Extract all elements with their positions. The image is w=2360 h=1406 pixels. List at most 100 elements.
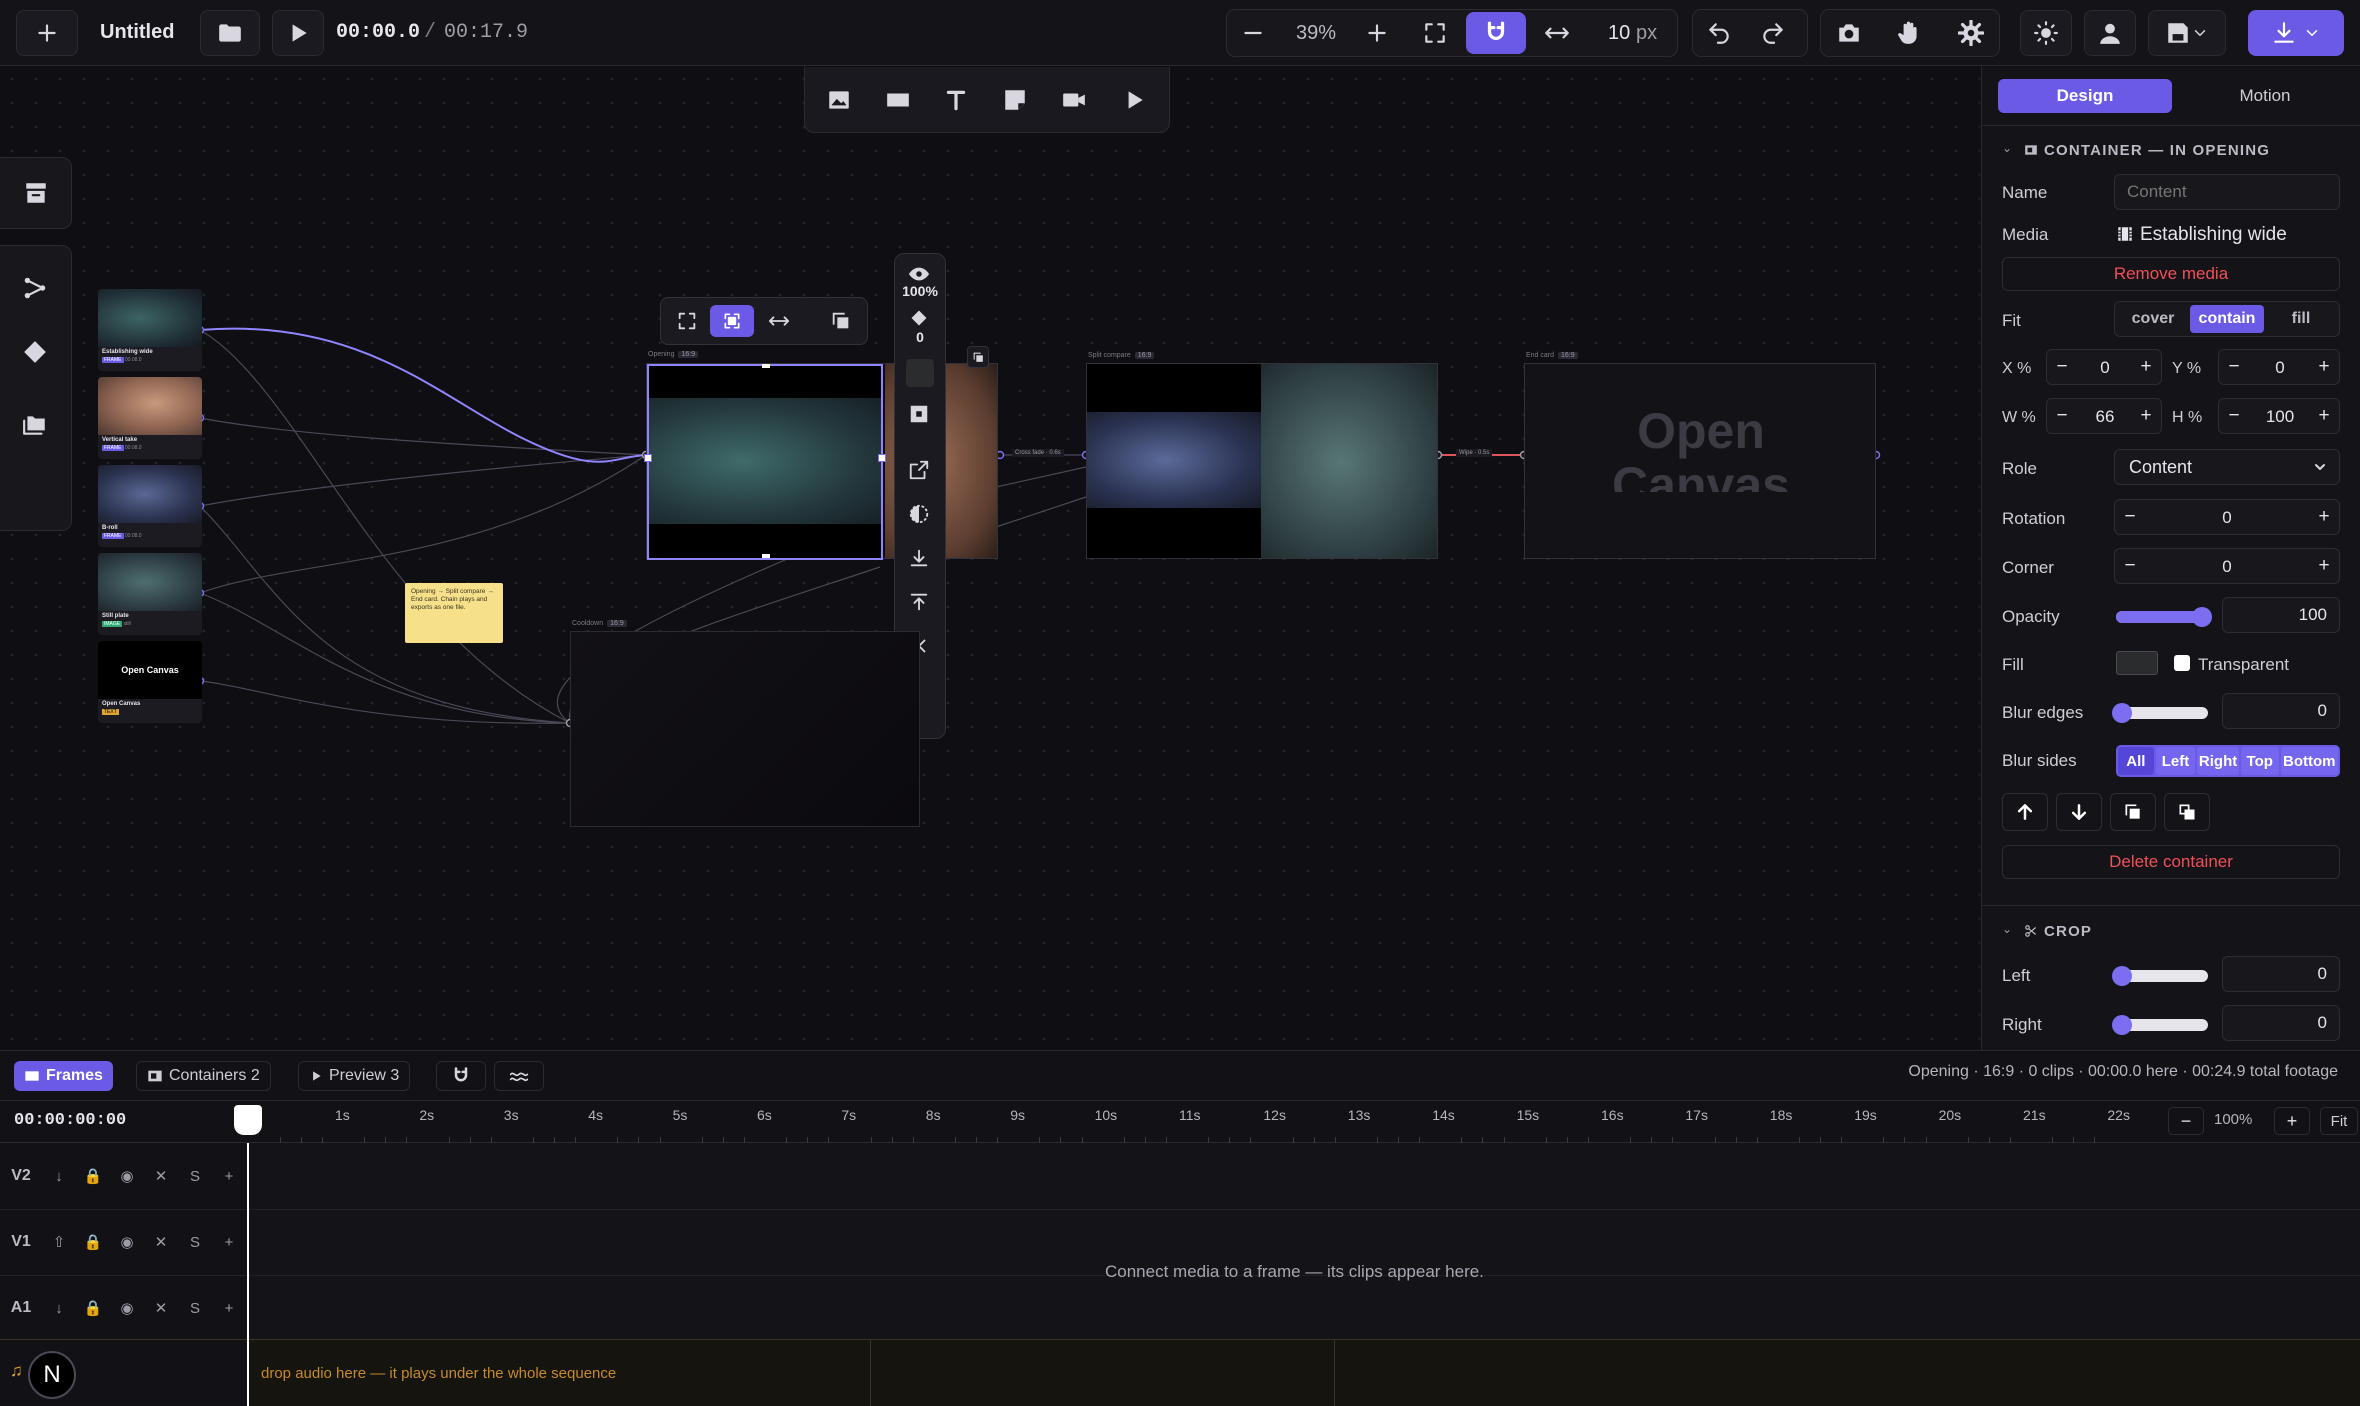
resize-handle[interactable] xyxy=(644,454,652,462)
snap-value[interactable]: 10 xyxy=(1608,22,1630,45)
x-increment-button[interactable]: + xyxy=(2132,349,2160,385)
cooldown-frame[interactable] xyxy=(570,631,920,827)
add-track-button[interactable]: + xyxy=(212,1300,246,1317)
keyframe-button[interactable] xyxy=(910,309,928,327)
fit-contain-button[interactable] xyxy=(710,305,754,337)
open-external-button[interactable] xyxy=(908,459,930,481)
timeline-zoom-out-button[interactable]: − xyxy=(2168,1107,2204,1135)
timeline-fit-button[interactable]: Fit xyxy=(2320,1107,2358,1135)
tab-frames[interactable]: Frames xyxy=(14,1061,113,1091)
crop-left-slider[interactable] xyxy=(2112,966,2208,986)
opacity-slider-thumb[interactable] xyxy=(2192,607,2212,627)
export-button[interactable] xyxy=(2248,10,2344,56)
opacity-slider[interactable] xyxy=(2116,607,2212,627)
w-decrement-button[interactable]: − xyxy=(2048,398,2076,434)
avatar[interactable]: N xyxy=(28,1351,76,1399)
arrow-down-icon[interactable]: ↓ xyxy=(42,1300,76,1317)
move-down-button[interactable] xyxy=(2056,793,2102,831)
h-decrement-button[interactable]: − xyxy=(2220,398,2248,434)
snapshot-button[interactable] xyxy=(1836,20,1862,46)
name-input[interactable] xyxy=(2114,174,2340,210)
crop-right-slider[interactable] xyxy=(2112,1015,2208,1035)
undo-button[interactable] xyxy=(1706,20,1732,46)
solo-button[interactable]: S xyxy=(178,1300,212,1317)
w-value[interactable]: 66 xyxy=(2076,407,2134,427)
frame-card-still-plate[interactable]: Still plate IMAGE still xyxy=(98,553,202,635)
eye-icon[interactable]: ◉ xyxy=(110,1233,144,1251)
lock-icon[interactable]: 🔒 xyxy=(76,1167,110,1185)
corner-decrement-button[interactable]: − xyxy=(2116,548,2144,584)
transition-label[interactable]: Wipe · 0.5s xyxy=(1456,449,1493,457)
arrow-up-icon[interactable]: ⇧ xyxy=(42,1233,76,1251)
opacity-input[interactable]: 100 xyxy=(2222,597,2340,633)
crop-left-slider-thumb[interactable] xyxy=(2112,966,2132,986)
tab-design[interactable]: Design xyxy=(1998,79,2172,113)
duplicate-frame-button[interactable] xyxy=(967,346,989,368)
frame-card-establishing-wide[interactable]: Establishing wide FRAME 00:08.0 xyxy=(98,289,202,371)
transition-label[interactable]: Cross fade · 0.6s xyxy=(1012,449,1064,457)
rotation-value[interactable]: 0 xyxy=(2146,508,2308,528)
zoom-out-button[interactable] xyxy=(1240,20,1266,46)
fill-swatch-button[interactable] xyxy=(906,359,934,387)
fit-cover-button[interactable] xyxy=(676,310,698,332)
blur-edges-slider-thumb[interactable] xyxy=(2112,703,2132,723)
solo-button[interactable]: S xyxy=(178,1168,212,1185)
frame-card-b-roll[interactable]: B-roll FRAME 00:08.0 xyxy=(98,465,202,547)
fit-screen-button[interactable] xyxy=(1422,20,1448,46)
play-button[interactable] xyxy=(272,10,324,56)
blur-side-top[interactable]: Top xyxy=(2240,747,2279,775)
sticky-note[interactable]: Opening → Split compare → End card. Chai… xyxy=(405,583,503,643)
redo-button[interactable] xyxy=(1760,20,1786,46)
tab-containers[interactable]: Containers 2 xyxy=(136,1061,271,1091)
zoom-in-button[interactable] xyxy=(1364,20,1390,46)
waveform-button[interactable] xyxy=(494,1061,544,1091)
resize-handle[interactable] xyxy=(762,364,770,368)
add-track-button[interactable]: + xyxy=(212,1168,246,1185)
bring-forward-button[interactable] xyxy=(908,591,930,613)
playhead-handle[interactable] xyxy=(234,1105,262,1135)
w-increment-button[interactable]: + xyxy=(2132,398,2160,434)
resize-handle[interactable] xyxy=(762,554,770,558)
pan-tool-button[interactable] xyxy=(1896,20,1922,46)
selected-container[interactable] xyxy=(644,364,886,560)
eye-icon[interactable]: ◉ xyxy=(110,1167,144,1185)
canvas[interactable]: Establishing wide FRAME 00:08.0 Vertical… xyxy=(0,67,1980,1050)
blur-side-right[interactable]: Right xyxy=(2197,747,2239,775)
crop-left-input[interactable]: 0 xyxy=(2222,956,2340,992)
h-value[interactable]: 100 xyxy=(2248,407,2312,427)
blur-side-all[interactable]: All xyxy=(2118,747,2154,775)
fit-width-button[interactable] xyxy=(768,310,790,332)
solo-button[interactable]: S xyxy=(178,1234,212,1251)
open-button[interactable] xyxy=(200,10,260,56)
save-button[interactable] xyxy=(2148,10,2226,56)
corner-value[interactable]: 0 xyxy=(2146,557,2308,577)
delete-container-button[interactable]: Delete container xyxy=(2002,845,2340,879)
frame-card-vertical-take[interactable]: Vertical take FRAME 00:08.0 xyxy=(98,377,202,459)
role-select[interactable]: Content xyxy=(2114,449,2340,485)
tab-preview[interactable]: Preview 3 xyxy=(298,1061,411,1091)
visibility-button[interactable] xyxy=(908,263,930,285)
close-icon[interactable]: ✕ xyxy=(144,1167,178,1185)
add-track-button[interactable]: + xyxy=(212,1234,246,1251)
rotation-increment-button[interactable]: + xyxy=(2310,499,2338,535)
frame-card-open-canvas[interactable]: Open Canvas Open Canvas TEXT xyxy=(98,641,202,723)
blur-edges-input[interactable]: 0 xyxy=(2222,693,2340,729)
transparent-checkbox[interactable] xyxy=(2174,655,2190,671)
collapse-chevron-icon[interactable]: ⌄ xyxy=(2002,922,2012,936)
account-button[interactable] xyxy=(2084,10,2136,56)
move-up-button[interactable] xyxy=(2002,793,2048,831)
media-value[interactable]: Establishing wide xyxy=(2140,224,2287,246)
resize-button[interactable] xyxy=(908,403,930,425)
y-value[interactable]: 0 xyxy=(2248,358,2312,378)
copy-container-button[interactable] xyxy=(2110,793,2156,831)
lock-icon[interactable]: 🔒 xyxy=(76,1233,110,1251)
corner-increment-button[interactable]: + xyxy=(2310,548,2338,584)
fit-option-fill[interactable]: fill xyxy=(2266,305,2336,333)
close-icon[interactable]: ✕ xyxy=(144,1299,178,1317)
crop-right-input[interactable]: 0 xyxy=(2222,1005,2340,1041)
blend-button[interactable] xyxy=(908,503,930,525)
theme-button[interactable] xyxy=(2020,10,2072,56)
crop-right-slider-thumb[interactable] xyxy=(2112,1015,2132,1035)
remove-media-button[interactable]: Remove media xyxy=(2002,257,2340,291)
fit-option-cover[interactable]: cover xyxy=(2118,305,2188,333)
